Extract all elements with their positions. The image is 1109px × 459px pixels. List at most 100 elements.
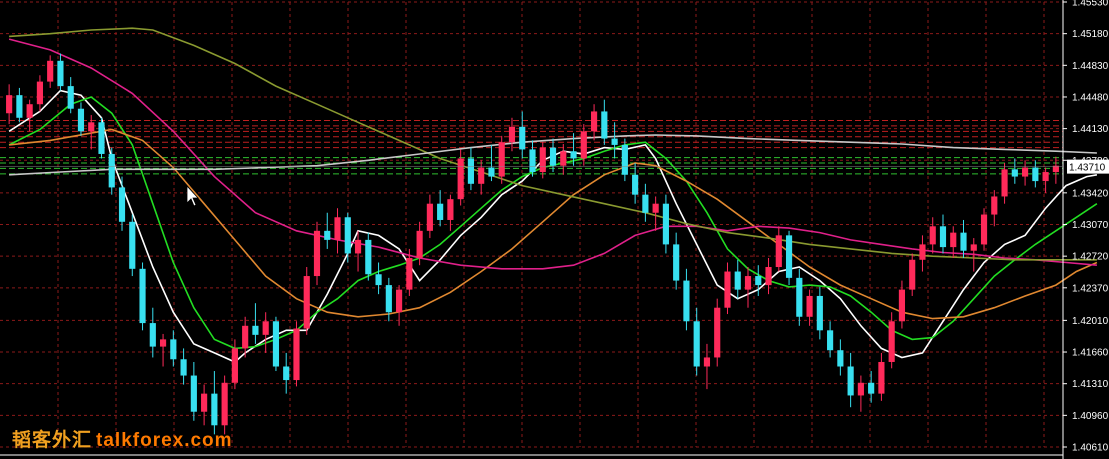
candle (437, 190, 444, 227)
candle (601, 99, 608, 145)
candle (303, 267, 310, 335)
candle (508, 117, 516, 152)
candle-body (714, 307, 721, 358)
candle-body (611, 138, 618, 145)
candle-body (303, 276, 310, 329)
candle-body (560, 151, 567, 166)
candle-body (272, 321, 280, 367)
candle (909, 253, 916, 296)
candle-body (693, 321, 700, 367)
candle (36, 75, 43, 112)
candle (1042, 167, 1049, 193)
candle-body (36, 81, 43, 105)
candle-body (221, 382, 228, 426)
watermark-latin: talkforex.com (96, 430, 233, 451)
candle-body (621, 144, 628, 175)
candle (539, 142, 546, 179)
chart-canvas[interactable]: 1.45530 1.45180 1.44830 1.44480 1.44130 1.437… (0, 0, 1109, 459)
candle (714, 298, 721, 367)
candle-body (642, 194, 649, 213)
candle-body (283, 366, 290, 381)
candle (529, 140, 536, 177)
y-tick-label: 1.43420 (1072, 188, 1109, 199)
candle-body (396, 289, 403, 313)
candle-body (919, 244, 926, 260)
candle (57, 53, 64, 91)
candle (272, 316, 280, 372)
y-tick-label: 1.41660 (1072, 348, 1109, 359)
candle-body (539, 147, 546, 173)
candle (919, 235, 926, 272)
candle-body (324, 230, 331, 240)
y-tick-label: 1.45530 (1072, 0, 1109, 9)
candle-body (447, 199, 454, 220)
candle (621, 138, 628, 182)
candle-body (77, 108, 85, 132)
y-tick-label: 1.44130 (1072, 124, 1109, 135)
moving-averages (8, 27, 1098, 363)
candle-body (488, 167, 495, 177)
candle (827, 321, 834, 358)
candle (129, 214, 136, 277)
candle (149, 307, 156, 358)
candle (868, 371, 875, 403)
candle (652, 196, 659, 231)
candle-body (652, 203, 659, 213)
candle (785, 230, 793, 286)
candle-body (201, 393, 208, 412)
candle (16, 87, 23, 123)
candle-body (313, 230, 321, 277)
candle-body (827, 330, 834, 351)
candle-body (344, 217, 351, 254)
candle-body (878, 361, 885, 394)
candle (939, 214, 947, 254)
candle-body (149, 323, 156, 347)
candle-body (180, 359, 187, 376)
candle (929, 217, 936, 254)
candle (837, 339, 844, 376)
candle (201, 384, 208, 426)
candle (611, 122, 618, 159)
candle (365, 232, 372, 281)
candle (560, 144, 567, 175)
candle (744, 267, 752, 308)
candle-body (170, 339, 177, 360)
candle (642, 183, 649, 222)
y-tick-label: 1.45180 (1072, 29, 1109, 40)
candle-body (478, 167, 485, 184)
candle (426, 194, 433, 239)
forex-chart[interactable]: 1.45530 1.45180 1.44830 1.44480 1.44130 1.437… (0, 0, 1109, 459)
candle-body (375, 274, 382, 286)
candle-body (1042, 172, 1049, 182)
candle-body (57, 60, 64, 87)
y-tick-label: 1.44480 (1072, 92, 1109, 103)
candle-body (406, 257, 413, 290)
candle-body (632, 174, 639, 195)
candle-body (6, 95, 13, 114)
candle-body (662, 203, 669, 245)
candle-body (570, 151, 577, 159)
candle (734, 259, 741, 299)
candle-body (857, 382, 864, 396)
candle (703, 343, 711, 390)
candle-body (683, 280, 690, 322)
candle (673, 232, 680, 290)
candle (262, 312, 269, 353)
candle-body (129, 221, 136, 269)
candle (324, 212, 331, 249)
watermark: 韬客外汇 talkforex.com (12, 425, 233, 452)
candle (632, 162, 639, 204)
candle (960, 219, 967, 258)
candle (1001, 162, 1008, 204)
candle-body (26, 104, 33, 118)
candle-body (796, 277, 803, 317)
y-tick-label: 1.42010 (1072, 316, 1109, 327)
candle (519, 111, 526, 159)
candle (796, 268, 803, 326)
candle (159, 333, 167, 367)
candle (816, 286, 823, 340)
candle-body (980, 214, 988, 245)
candle-body (437, 203, 444, 220)
candle-body (252, 325, 259, 335)
candle-body (1011, 169, 1018, 177)
